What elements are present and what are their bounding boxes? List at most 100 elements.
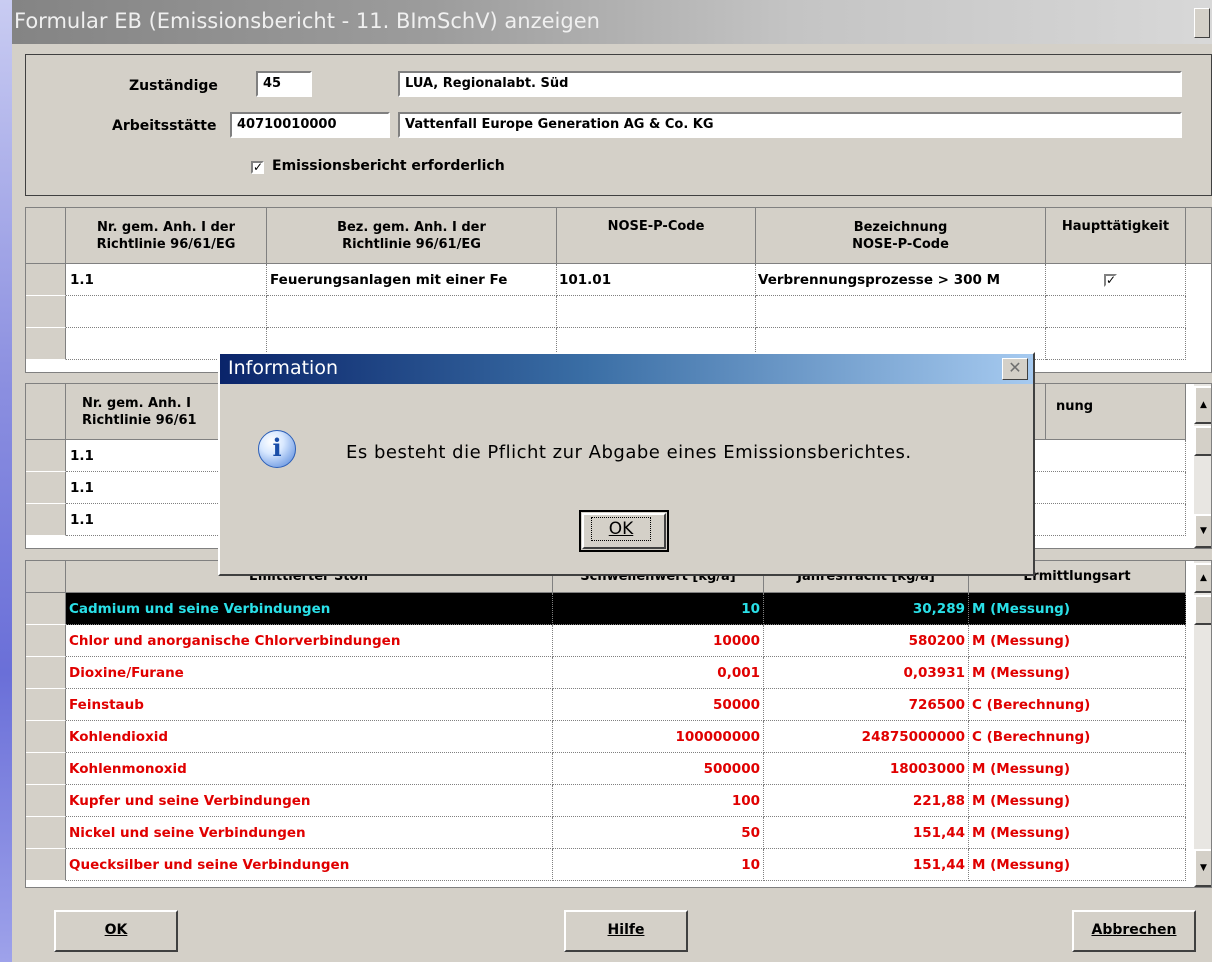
table-cell[interactable]: 101.01	[557, 264, 756, 296]
scroll-down-button[interactable]: ▼	[1194, 514, 1211, 548]
table-cell[interactable]: M (Messung)	[969, 785, 1186, 817]
row-selector[interactable]	[26, 689, 66, 721]
scroll-up-button[interactable]: ▲	[1194, 563, 1211, 593]
table-cell[interactable]: 1.1	[66, 264, 267, 296]
table-cell[interactable]: Quecksilber und seine Verbindungen	[66, 849, 553, 881]
column-header-bezeichnung[interactable]: nung	[1046, 384, 1186, 440]
scroll-down-button[interactable]: ▼	[1194, 849, 1211, 887]
table-cell[interactable]: Verbrennungsprozesse > 300 M	[756, 264, 1046, 296]
table-cell[interactable]: 24875000000	[764, 721, 969, 753]
table-cell[interactable]: Dioxine/Furane	[66, 657, 553, 689]
row-selector[interactable]	[26, 472, 66, 504]
table-cell[interactable]	[267, 296, 557, 328]
table-cell[interactable]: 30,289	[764, 593, 969, 625]
table-cell[interactable]: M (Messung)	[969, 849, 1186, 881]
dialog-titlebar[interactable]: Information ✕	[220, 354, 1033, 384]
table-cell[interactable]: M (Messung)	[969, 625, 1186, 657]
scroll-thumb[interactable]	[1194, 426, 1211, 456]
row-selector[interactable]	[26, 593, 66, 625]
hilfe-button[interactable]: Hilfe	[564, 910, 688, 952]
table-cell[interactable]: 50000	[553, 689, 764, 721]
row-selector[interactable]	[26, 721, 66, 753]
table-cell[interactable]: Cadmium und seine Verbindungen	[66, 593, 553, 625]
column-header-nose-p-code[interactable]: NOSE-P-Code	[557, 208, 756, 264]
table-cell[interactable]: 726500	[764, 689, 969, 721]
table-cell[interactable]	[1046, 296, 1186, 328]
row-selector[interactable]	[26, 328, 66, 360]
zustaendige-label: Zuständige	[129, 78, 218, 94]
column-header-nr-anh[interactable]: Nr. gem. Anh. I der Richtlinie 96/61/EG	[66, 208, 267, 264]
table-cell[interactable]: Nickel und seine Verbindungen	[66, 817, 553, 849]
zustaendige-name-field[interactable]: LUA, Regionalabt. Süd	[398, 71, 1182, 97]
dialog-ok-label: OK	[591, 517, 651, 541]
row-selector[interactable]	[26, 440, 66, 472]
table-cell[interactable]: 10	[553, 849, 764, 881]
vertical-scrollbar[interactable]: ▲ ▼	[1194, 384, 1211, 548]
table-cell[interactable]: 0,001	[553, 657, 764, 689]
emissionsbericht-checkbox[interactable]: ✓	[251, 161, 264, 174]
table-cell[interactable]: M (Messung)	[969, 753, 1186, 785]
column-header-bez-anh[interactable]: Bez. gem. Anh. I der Richtlinie 96/61/EG	[267, 208, 557, 264]
table-cell[interactable]: 0,03931	[764, 657, 969, 689]
emissionsbericht-label: Emissionsbericht erforderlich	[272, 158, 505, 174]
vertical-scrollbar[interactable]: ▲ ▼	[1194, 561, 1211, 887]
dialog-close-button[interactable]: ✕	[1002, 358, 1028, 380]
table-cell[interactable]: 151,44	[764, 849, 969, 881]
haupttaetigkeit-checkbox[interactable]: ✓	[1104, 274, 1117, 287]
row-selector[interactable]	[26, 849, 66, 881]
row-selector[interactable]	[26, 625, 66, 657]
ok-button[interactable]: OK	[54, 910, 178, 952]
column-header-haupttaetigkeit[interactable]: Haupttätigkeit	[1046, 208, 1186, 264]
table-cell[interactable]: Kohlenmonoxid	[66, 753, 553, 785]
table-cell[interactable]: 18003000	[764, 753, 969, 785]
table-cell[interactable]: M (Messung)	[969, 817, 1186, 849]
table-cell[interactable]	[66, 296, 267, 328]
window-titlebar[interactable]: Formular EB (Emissionsbericht - 11. BImS…	[12, 0, 1212, 44]
window-control-button[interactable]	[1194, 8, 1210, 38]
dialog-message: Es besteht die Pflicht zur Abgabe eines …	[346, 442, 912, 463]
dialog-title: Information	[228, 357, 338, 379]
scroll-thumb[interactable]	[1194, 595, 1211, 625]
column-header-filler	[1186, 208, 1211, 264]
row-selector[interactable]	[26, 785, 66, 817]
dialog-ok-button[interactable]: OK	[579, 510, 669, 552]
table-cell[interactable]: Feuerungsanlagen mit einer Fe	[267, 264, 557, 296]
table-cell[interactable]: M (Messung)	[969, 657, 1186, 689]
arbeitsstaette-code-field[interactable]: 40710010000	[230, 112, 390, 138]
arbeitsstaette-name-field[interactable]: Vattenfall Europe Generation AG & Co. KG	[398, 112, 1182, 138]
window-title: Formular EB (Emissionsbericht - 11. BImS…	[14, 9, 600, 33]
table-cell[interactable]: Chlor und anorganische Chlorverbindungen	[66, 625, 553, 657]
table-cell[interactable]	[756, 296, 1046, 328]
table-cell[interactable]: 221,88	[764, 785, 969, 817]
row-selector[interactable]	[26, 264, 66, 296]
table-cell[interactable]: ✓	[1046, 264, 1186, 296]
table-cell[interactable]: C (Berechnung)	[969, 689, 1186, 721]
table-cell[interactable]: Kohlendioxid	[66, 721, 553, 753]
table-cell[interactable]: 10000	[553, 625, 764, 657]
grid-corner	[26, 384, 66, 440]
row-selector[interactable]	[26, 753, 66, 785]
row-selector[interactable]	[26, 296, 66, 328]
table-cell[interactable]: M (Messung)	[969, 593, 1186, 625]
table-cell[interactable]	[557, 296, 756, 328]
table-cell[interactable]: 50	[553, 817, 764, 849]
table-cell[interactable]: 100	[553, 785, 764, 817]
header-panel: Zuständige 45 LUA, Regionalabt. Süd Arbe…	[25, 54, 1212, 196]
row-selector[interactable]	[26, 657, 66, 689]
table-cell[interactable]: 100000000	[553, 721, 764, 753]
table-cell[interactable]: 580200	[764, 625, 969, 657]
table-cell[interactable]: Kupfer und seine Verbindungen	[66, 785, 553, 817]
table-cell[interactable]: Feinstaub	[66, 689, 553, 721]
table-cell[interactable]	[1046, 328, 1186, 360]
scroll-up-button[interactable]: ▲	[1194, 386, 1211, 424]
table-cell[interactable]: 10	[553, 593, 764, 625]
abbrechen-button[interactable]: Abbrechen	[1072, 910, 1196, 952]
column-header-bezeichnung[interactable]: Bezeichnung NOSE-P-Code	[756, 208, 1046, 264]
table-cell[interactable]: C (Berechnung)	[969, 721, 1186, 753]
row-selector[interactable]	[26, 817, 66, 849]
desktop-background	[0, 0, 12, 962]
table-cell[interactable]: 500000	[553, 753, 764, 785]
row-selector[interactable]	[26, 504, 66, 536]
zustaendige-code-field[interactable]: 45	[256, 71, 312, 97]
table-cell[interactable]: 151,44	[764, 817, 969, 849]
